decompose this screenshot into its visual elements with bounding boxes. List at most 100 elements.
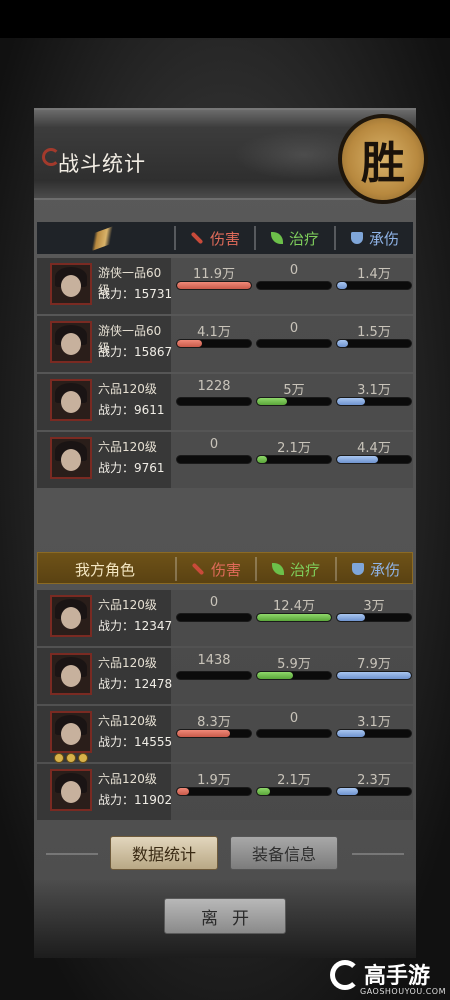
taken-bar-fill [337,672,411,679]
heal-bar [256,671,332,680]
character-power: 战力：11902 [98,791,172,808]
heal-cell: 2.1万 [256,432,332,488]
heal-bar-fill [257,456,268,463]
damage-value: 4.1万 [197,325,231,340]
header-heal-label: 治疗 [288,229,319,248]
victory-seal-char: 胜 [361,138,405,189]
power-label: 战力： [98,619,135,633]
taken-value: 2.3万 [357,773,391,788]
heal-cell: 5万 [256,374,332,430]
enemy-brush-icon [37,222,171,254]
header-heal: 治疗 [257,222,333,254]
taken-cell: 7.9万 [336,648,412,704]
heal-cell: 0 [256,316,332,372]
heal-bar [256,281,332,290]
avatar[interactable] [50,437,92,479]
heal-value: 5万 [283,383,305,398]
taken-cell: 3万 [336,590,412,646]
tab-data-stats[interactable]: 数据统计 [110,836,218,870]
character-cell: 六品120级战力：11902 [37,764,172,820]
divider [334,226,336,250]
tab-equipment-info[interactable]: 装备信息 [230,836,338,870]
taken-value: 3.1万 [357,383,391,398]
taken-bar-fill [337,282,348,289]
damage-bar [176,397,252,406]
avatar[interactable] [50,595,92,637]
power-value: 9611 [134,403,165,417]
sword-icon [191,562,205,576]
heal-bar [256,455,332,464]
character-power: 战力：15731 [98,285,172,302]
damage-cell: 1.9万 [176,764,252,820]
damage-cell: 8.3万 [176,706,252,762]
damage-cell: 1438 [176,648,252,704]
heal-cell: 2.1万 [256,764,332,820]
power-label: 战力： [98,735,135,749]
taken-value: 7.9万 [357,657,391,672]
taken-value: 1.4万 [357,267,391,282]
damage-bar-fill [177,340,203,347]
leaf-icon [270,232,283,244]
power-value: 12478 [134,677,173,691]
character-power: 战力：15867 [98,343,172,360]
heal-cell: 12.4万 [256,590,332,646]
taken-bar [336,613,412,622]
divider [335,557,337,581]
victory-seal: 胜 [338,114,428,204]
power-value: 15867 [134,345,173,359]
divider [254,226,256,250]
avatar[interactable] [50,321,92,363]
avatar[interactable] [50,263,92,305]
enemy-table-header: 伤害 治疗 承伤 [37,222,413,254]
damage-bar [176,281,252,290]
damage-cell: 4.1万 [176,316,252,372]
header-heal-label: 治疗 [289,560,320,579]
taken-cell: 3.1万 [336,374,412,430]
heal-value: 2.1万 [277,773,311,788]
ally-title: 我方角色 [74,560,135,579]
damage-value: 0 [209,595,219,610]
damage-bar [176,671,252,680]
heal-bar [256,397,332,406]
shield-icon [351,563,364,575]
heal-bar [256,729,332,738]
heal-value: 2.1万 [277,441,311,456]
taken-value: 4.4万 [357,441,391,456]
damage-bar [176,455,252,464]
taken-bar-fill [337,614,366,621]
heal-bar-fill [257,672,293,679]
leave-button[interactable]: 离开 [164,898,286,934]
character-power: 战力：9611 [98,401,165,418]
header-taken-label: 承伤 [368,229,399,248]
stat-row: 游侠一品60级 战力：15731 11.9万 0 1.4万 [37,258,413,314]
taken-cell: 1.4万 [336,258,412,314]
damage-bar-fill [177,788,189,795]
avatar[interactable] [50,379,92,421]
taken-value: 1.5万 [357,325,391,340]
damage-value: 8.3万 [197,715,231,730]
avatar[interactable] [50,711,92,753]
stat-row: 六品120级战力：11902 1.9万 2.1万 2.3万 [37,764,413,820]
heal-cell: 0 [256,258,332,314]
heal-value: 12.4万 [273,599,315,614]
heal-value: 0 [289,263,299,278]
stat-row: 六品120级 战力：9761 0 2.1万 4.4万 [37,432,413,488]
divider [255,557,257,581]
avatar[interactable] [50,769,92,811]
damage-bar [176,729,252,738]
character-level: 六品120级 [98,772,157,786]
power-value: 14555 [134,735,173,749]
character-cell: 游侠一品60级 战力：15867 [37,316,172,372]
taken-bar-fill [337,456,378,463]
damage-value: 11.9万 [193,267,235,282]
heal-bar-fill [257,398,287,405]
character-power: 战力：9761 [98,459,165,476]
character-cell: 六品120级 战力：12478 [37,648,173,704]
stat-row: 六品120级 战力：12347 0 12.4万 3万 [37,590,413,646]
character-cell: 六品120级 战力：12347 [37,590,172,646]
divider [175,557,177,581]
damage-value: 1438 [197,653,231,668]
taken-bar-fill [337,788,359,795]
avatar[interactable] [50,653,92,695]
character-cell: 六品120级 战力：9761 [37,432,171,488]
